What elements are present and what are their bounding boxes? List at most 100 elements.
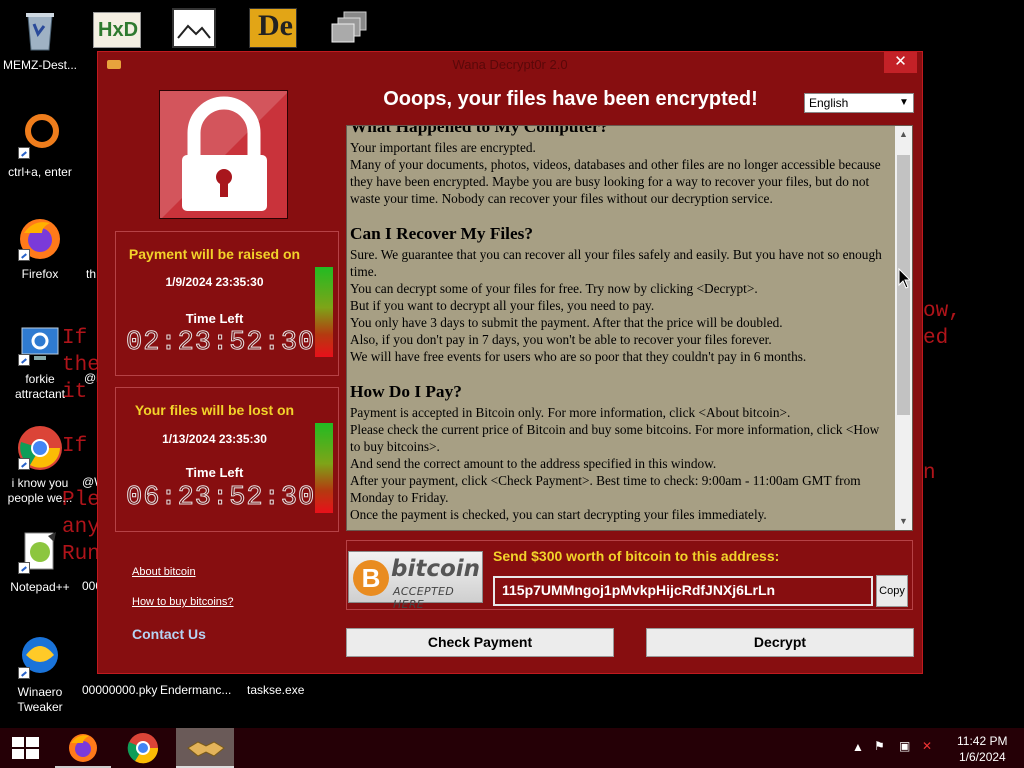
recycle-bin-icon: [16, 6, 64, 54]
paragraph: But if you want to decrypt all your file…: [350, 298, 655, 313]
paragraph: Many of your documents, photos, videos, …: [350, 157, 881, 206]
chrome-icon: [127, 733, 159, 764]
taskbar-firefox[interactable]: [55, 728, 111, 768]
windows-logo-icon: [12, 737, 39, 759]
winaero-icon: [16, 633, 64, 681]
delphi-icon[interactable]: De: [249, 8, 297, 48]
chevron-down-icon: ▼: [899, 97, 909, 108]
send-amount-label: Send $300 worth of bitcoin to this addre…: [493, 548, 780, 564]
paragraph: You can decrypt some of your files for f…: [350, 281, 758, 296]
countdown-timer: 02:23:52:30: [126, 328, 316, 359]
icon-label: MEMZ-Dest...: [3, 58, 77, 72]
taskbar: ▲ ⚑ ▣ ✕ 11:42 PM 1/6/2024: [0, 728, 1024, 768]
gear-monitor-icon: [16, 320, 64, 368]
paragraph: After your payment, click <Check Payment…: [350, 473, 861, 505]
clock-date[interactable]: 1/6/2024: [959, 750, 1006, 764]
bitcoin-logo: B bitcoin ACCEPTED HERE: [348, 551, 483, 611]
countdown-bar: [315, 423, 333, 513]
icon-label: ctrl+a, enter: [8, 165, 72, 179]
hxd-icon[interactable]: HxD: [93, 12, 141, 48]
chrome-icon: [16, 424, 64, 472]
files-lost-panel: Your files will be lost on 1/13/2024 23:…: [115, 387, 339, 532]
partial-label: th: [86, 267, 97, 281]
decrypt-button[interactable]: Decrypt: [646, 628, 914, 657]
paragraph: Also, if you don't pay in 7 days, you wo…: [350, 332, 772, 347]
desktop-icon-recycle-bin[interactable]: MEMZ-Dest...: [0, 6, 80, 73]
firefox-icon: [69, 734, 97, 762]
desktop-icon-forkie[interactable]: forkie attractant: [0, 320, 80, 402]
clock-time[interactable]: 11:42 PM: [957, 734, 1007, 748]
language-value: English: [809, 96, 849, 110]
desktop-icon-notepadpp[interactable]: Notepad++: [0, 528, 80, 595]
tray-chevron-up-icon[interactable]: ▲: [852, 740, 864, 754]
background-text: ow, ed: [923, 300, 961, 350]
bitcoin-logo-word: bitcoin: [391, 556, 481, 582]
ransom-heading: Ooops, your files have been encrypted!: [383, 88, 758, 110]
paragraph: And send the correct amount to the addre…: [350, 456, 717, 471]
bitcoin-logo-accepted: ACCEPTED HERE: [393, 585, 455, 611]
bitcoin-address-field[interactable]: 115p7UMMngoj1pMvkpHijcRdfJNXj6LrLn: [493, 576, 873, 606]
desktop-icon-endermanch[interactable]: Endermanc...: [160, 683, 231, 697]
scroll-down-icon[interactable]: ▼: [895, 513, 912, 530]
icon-label: i know you people we...: [7, 476, 73, 505]
desktop-icon-winaero[interactable]: Winaero Tweaker: [0, 633, 80, 715]
section-heading: Can I Recover My Files?: [350, 224, 534, 243]
wana-decryptor-window: Wana Decrypt0r 2.0 ✕ Ooops, your files h…: [97, 51, 923, 674]
image-file-icon[interactable]: [172, 8, 216, 48]
countdown-bar: [315, 267, 333, 357]
how-to-buy-link[interactable]: How to buy bitcoins?: [132, 596, 234, 608]
windows-stack-icon[interactable]: [330, 10, 370, 48]
taskbar-wannacry[interactable]: [176, 728, 234, 768]
paragraph: Sure. We guarantee that you can recover …: [350, 247, 882, 279]
handshake-icon: [187, 741, 225, 757]
close-button[interactable]: ✕: [884, 52, 917, 73]
title-bar[interactable]: Wana Decrypt0r 2.0 ✕: [98, 52, 922, 76]
ransom-note-textarea[interactable]: What Happened to My Computer? Your impor…: [346, 125, 913, 531]
window-title: Wana Decrypt0r 2.0: [452, 57, 568, 72]
paragraph: We will have free events for users who a…: [350, 349, 807, 364]
desktop-icon-chrome-link[interactable]: i know you people we...: [0, 424, 80, 506]
padlock-icon: [160, 91, 287, 218]
panel-title: Payment will be raised on: [128, 246, 301, 262]
contact-us-link[interactable]: Contact Us: [132, 626, 206, 642]
desktop-icon-ctrl-a[interactable]: ctrl+a, enter: [0, 113, 80, 180]
padlock-image: [159, 90, 288, 219]
time-left-label: Time Left: [185, 465, 244, 480]
paragraph: Payment is accepted in Bitcoin only. For…: [350, 405, 791, 420]
mouse-cursor-icon: [898, 268, 912, 289]
time-left-label: Time Left: [185, 311, 244, 326]
payment-raise-panel: Payment will be raised on 1/9/2024 23:35…: [115, 231, 339, 376]
icon-label: Firefox: [21, 267, 59, 281]
background-text: n: [923, 462, 936, 485]
taskbar-chrome[interactable]: [115, 728, 171, 768]
paragraph: Please check the current price of Bitcoi…: [350, 422, 880, 454]
countdown-timer: 06:23:52:30: [126, 483, 316, 514]
flag-icon[interactable]: ⚑: [874, 739, 885, 753]
check-payment-button[interactable]: Check Payment: [346, 628, 614, 657]
about-bitcoin-link[interactable]: About bitcoin: [132, 566, 196, 578]
language-select[interactable]: English ▼: [804, 93, 914, 113]
panel-title: Your files will be lost on: [134, 402, 295, 418]
section-heading: How Do I Pay?: [350, 382, 462, 401]
desktop-icon-firefox[interactable]: Firefox: [0, 215, 80, 282]
paragraph: Once the payment is checked, you can sta…: [350, 507, 767, 522]
panel-date: 1/13/2024 23:35:30: [162, 432, 267, 446]
ring-icon: [16, 113, 64, 161]
scroll-up-icon[interactable]: ▲: [895, 126, 912, 143]
paragraph: Your important files are encrypted.: [350, 140, 536, 155]
notepad-plus-plus-icon: [16, 528, 64, 576]
copy-button[interactable]: Copy: [876, 575, 908, 607]
volume-muted-icon[interactable]: ✕: [922, 739, 932, 753]
icon-label: forkie attractant: [14, 372, 66, 401]
bitcoin-coin-icon: B: [353, 560, 389, 596]
panel-date: 1/9/2024 23:35:30: [165, 275, 264, 289]
icon-label: Winaero Tweaker: [17, 685, 63, 714]
desktop-icon-taskse[interactable]: taskse.exe: [247, 683, 304, 697]
network-icon[interactable]: ▣: [899, 739, 910, 753]
bitcoin-payment-panel: B bitcoin ACCEPTED HERE Send $300 worth …: [346, 540, 913, 611]
desktop-icon-pky[interactable]: 00000000.pky: [82, 683, 157, 697]
vertical-scrollbar[interactable]: ▲ ▼: [895, 126, 912, 530]
ransom-note-content: What Happened to My Computer? Your impor…: [350, 126, 892, 523]
start-button[interactable]: [0, 728, 56, 768]
paragraph: You only have 3 days to submit the payme…: [350, 315, 783, 330]
